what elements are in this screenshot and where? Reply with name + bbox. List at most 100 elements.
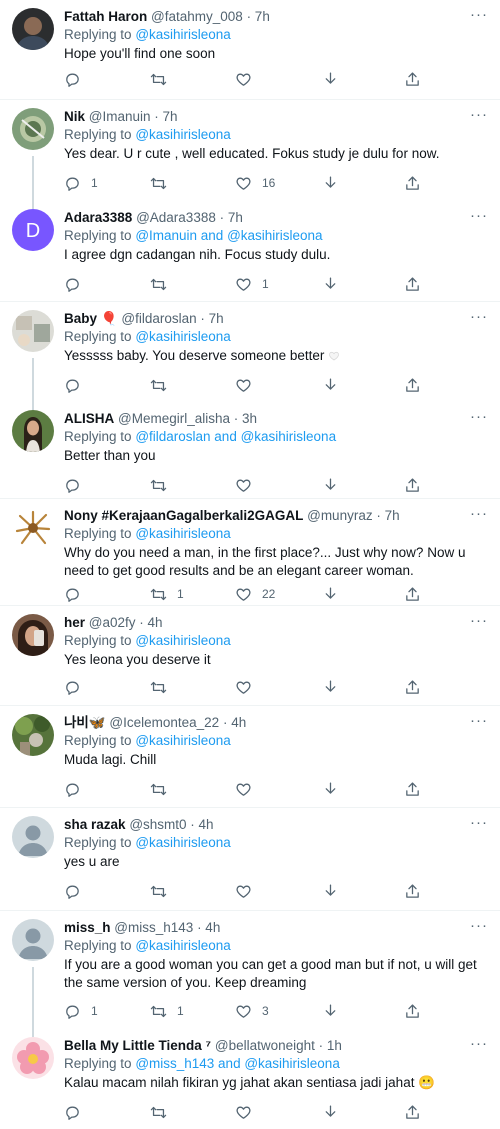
reply-button[interactable] [64,584,91,604]
reply-button[interactable] [64,677,91,697]
downvote-button[interactable] [322,274,339,294]
like-button[interactable]: 22 [235,584,275,604]
like-button[interactable]: 16 [235,173,275,193]
share-button[interactable] [404,69,421,89]
username[interactable]: @Imanuin [89,109,151,124]
reply-button[interactable]: 1 [64,1001,98,1021]
like-button[interactable] [235,1102,262,1122]
avatar[interactable]: D [12,209,54,251]
username[interactable]: @bellatwoneight [215,1038,315,1053]
retweet-button[interactable] [150,779,177,799]
display-name[interactable]: Baby [64,311,97,326]
replying-to-mentions[interactable]: @fildaroslan and @kasihirisleona [135,429,336,444]
share-button[interactable] [404,475,421,495]
reply-button[interactable] [64,1102,91,1122]
reply-tweet[interactable]: D Adara3388 @Adara3388 · 7h Replying to @I… [0,201,500,302]
username[interactable]: @Icelemontea_22 [109,715,219,730]
share-button[interactable] [404,375,421,395]
display-name[interactable]: Fattah Haron [64,9,147,24]
more-options-icon[interactable]: ··· [470,712,488,729]
timestamp[interactable]: · 7h [220,210,243,225]
display-name[interactable]: Bella My Little Tienda ⁷ [64,1038,211,1053]
avatar[interactable] [12,919,54,961]
display-name[interactable]: ALISHA [64,411,114,426]
more-options-icon[interactable]: ··· [470,917,488,934]
reply-button[interactable] [64,475,91,495]
display-name[interactable]: her [64,615,85,630]
reply-tweet[interactable]: Bella My Little Tienda ⁷ @bellatwoneight… [0,1029,500,1129]
username[interactable]: @Adara3388 [136,210,216,225]
like-button[interactable] [235,69,262,89]
avatar[interactable] [12,310,54,352]
reply-tweet[interactable]: Baby 🎈 @fildaroslan · 7h Replying to @kas… [0,302,500,410]
downvote-button[interactable] [322,69,339,89]
avatar[interactable] [12,410,54,452]
retweet-button[interactable]: 1 [150,1001,184,1021]
timestamp[interactable]: · 4h [197,920,220,935]
more-options-icon[interactable]: ··· [470,106,488,123]
share-button[interactable] [404,677,421,697]
timestamp[interactable]: · 1h [319,1038,342,1053]
downvote-button[interactable] [322,1102,339,1122]
reply-button[interactable] [64,274,91,294]
replying-to-mentions[interactable]: @Imanuin and @kasihirisleona [135,228,322,243]
display-name[interactable]: Nony #KerajaanGagalberkali2GAGAL [64,508,303,523]
timestamp[interactable]: · 7h [200,311,223,326]
username[interactable]: @a02fy [89,615,136,630]
timestamp[interactable]: · 4h [223,715,246,730]
username[interactable]: @fildaroslan [121,311,196,326]
share-button[interactable] [404,1001,421,1021]
reply-button[interactable] [64,375,91,395]
share-button[interactable] [404,1102,421,1122]
retweet-button[interactable] [150,475,177,495]
replying-to-mentions[interactable]: @kasihirisleona [135,938,231,953]
reply-button[interactable] [64,881,91,901]
like-button[interactable] [235,779,262,799]
username[interactable]: @miss_h143 [114,920,193,935]
timestamp[interactable]: · 4h [190,817,213,832]
replying-to-mentions[interactable]: @kasihirisleona [135,27,231,42]
retweet-button[interactable] [150,881,177,901]
retweet-button[interactable] [150,1102,177,1122]
downvote-button[interactable] [322,475,339,495]
display-name[interactable]: 나비🦋 [64,715,106,730]
reply-tweet[interactable]: Nony #KerajaanGagalberkali2GAGAL @munyra… [0,499,500,606]
avatar[interactable] [12,507,54,549]
like-button[interactable] [235,677,262,697]
downvote-button[interactable] [322,1001,339,1021]
reply-button[interactable] [64,779,91,799]
reply-tweet[interactable]: ALISHA @Memegirl_alisha · 3h Replying to … [0,402,500,499]
reply-tweet[interactable]: her @a02fy · 4h Replying to @kasihirisleo… [0,606,500,706]
reply-button[interactable] [64,69,91,89]
display-name[interactable]: Nik [64,109,85,124]
replying-to-mentions[interactable]: @kasihirisleona [135,329,231,344]
display-name[interactable]: Adara3388 [64,210,132,225]
timestamp[interactable]: · 7h [154,109,177,124]
retweet-button[interactable] [150,375,177,395]
display-name[interactable]: sha razak [64,817,126,832]
reply-tweet[interactable]: miss_h @miss_h143 · 4h Replying to @kasih… [0,911,500,1037]
like-button[interactable]: 1 [235,274,269,294]
replying-to-mentions[interactable]: @kasihirisleona [135,526,231,541]
retweet-button[interactable] [150,69,177,89]
replying-to-mentions[interactable]: @kasihirisleona [135,633,231,648]
downvote-button[interactable] [322,677,339,697]
downvote-button[interactable] [322,779,339,799]
username[interactable]: @munyraz [307,508,372,523]
retweet-button[interactable] [150,274,177,294]
timestamp[interactable]: · 7h [376,508,399,523]
more-options-icon[interactable]: ··· [470,814,488,831]
username[interactable]: @shsmt0 [129,817,186,832]
like-button[interactable] [235,375,262,395]
downvote-button[interactable] [322,173,339,193]
display-name[interactable]: miss_h [64,920,111,935]
like-button[interactable] [235,475,262,495]
avatar[interactable] [12,714,54,756]
more-options-icon[interactable]: ··· [470,505,488,522]
share-button[interactable] [404,173,421,193]
like-button[interactable]: 3 [235,1001,269,1021]
avatar[interactable] [12,614,54,656]
replying-to-mentions[interactable]: @kasihirisleona [135,835,231,850]
reply-tweet[interactable]: Fattah Haron @fatahmy_008 · 7h Replying t… [0,0,500,100]
more-options-icon[interactable]: ··· [470,6,488,23]
